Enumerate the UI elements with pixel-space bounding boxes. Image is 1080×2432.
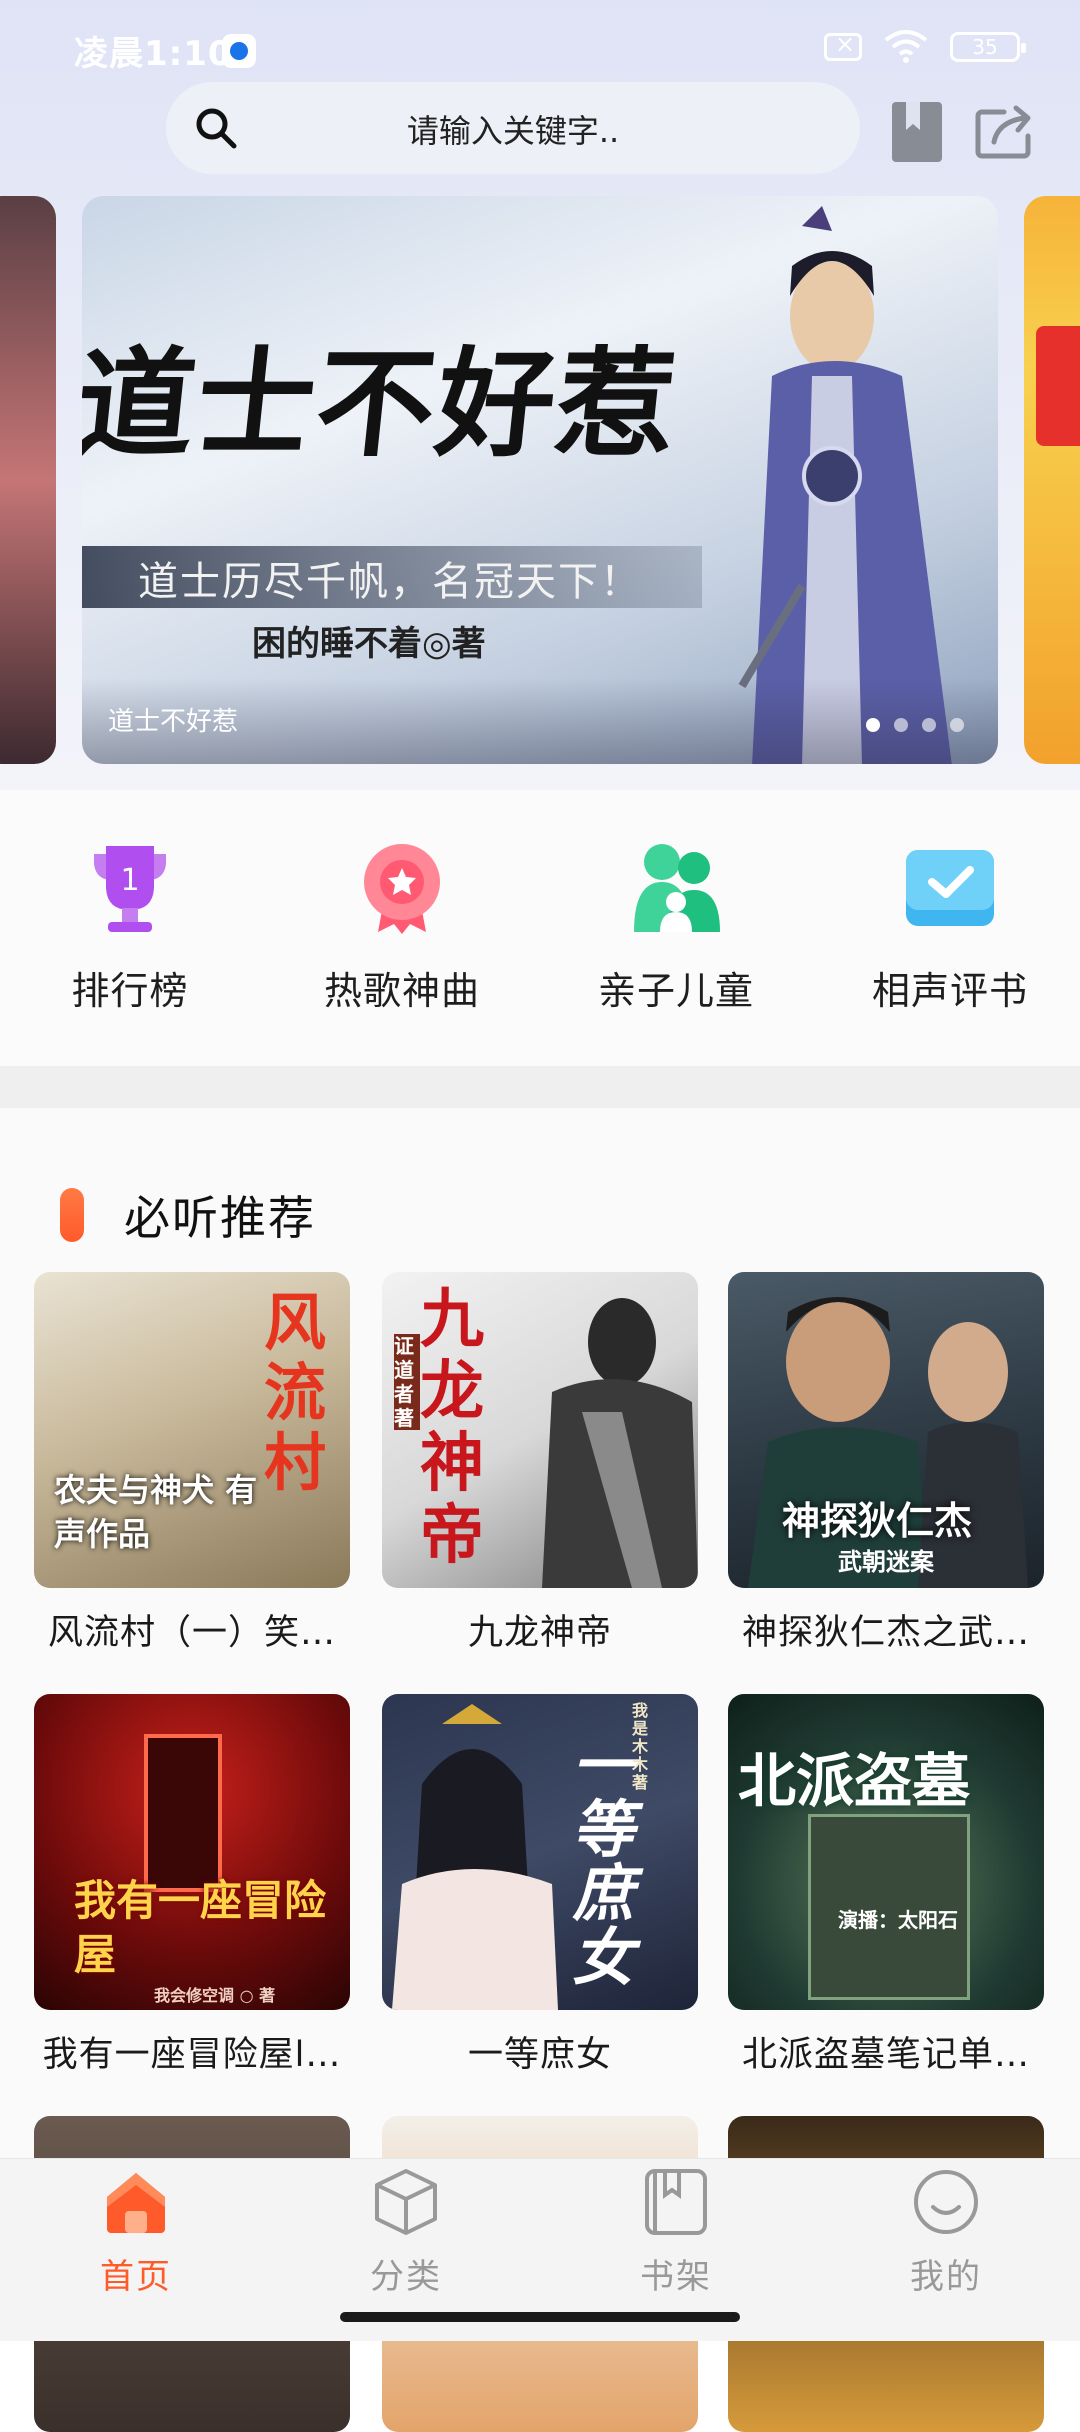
share-icon[interactable] [974, 102, 1036, 160]
search-input[interactable]: 请输入关键字.. [166, 82, 860, 174]
nav-home[interactable]: 首页 [36, 2167, 236, 2298]
shortcut-crosstalk[interactable]: 相声评书 [840, 840, 1060, 1015]
cube-icon [375, 2169, 437, 2235]
no-sim-icon [824, 30, 862, 61]
shortcut-ranking[interactable]: 1 排行榜 [20, 840, 240, 1015]
book-card[interactable]: 九龙神帝 证道者 著 九龙神帝 [382, 1272, 698, 1655]
wifi-icon [884, 30, 928, 63]
book-cover-subtitle: 证道者 著 [394, 1334, 420, 1430]
book-title: 神探狄仁杰之武… [741, 1613, 1030, 1653]
family-icon [634, 844, 720, 932]
book-card[interactable]: 神探狄仁杰 武朝迷案 神探狄仁杰之武… [728, 1272, 1044, 1655]
book-cover: 神探狄仁杰 武朝迷案 [728, 1272, 1044, 1588]
book-title: 北派盗墓笔记单… [741, 2035, 1030, 2075]
book-card[interactable]: 一等庶女 我是木木 著 一等庶女 [382, 1694, 698, 2077]
book-title: 九龙神帝 [467, 1613, 612, 1653]
book-cover-title: 风流村 [264, 1286, 327, 1499]
banner-slogan: 道士历尽千帆，名冠天下！ [138, 559, 642, 605]
book-cover-subtitle: 农夫与神犬 有声作品 [54, 1471, 258, 1553]
book-check-icon [906, 850, 994, 926]
shortcut-label: 热歌神曲 [323, 969, 480, 1013]
bookshelf-icon [645, 2169, 707, 2235]
section-divider [0, 1066, 1080, 1108]
book-cover-subtitle: 我是木木 著 [632, 1701, 649, 1792]
book-card[interactable]: 北派盗墓 演播：太阳石 北派盗墓笔记单… [728, 1694, 1044, 2077]
home-indicator[interactable] [340, 2312, 740, 2322]
medal-icon [364, 844, 440, 934]
shortcut-label: 排行榜 [71, 969, 189, 1013]
home-icon [107, 2173, 165, 2233]
shortcut-kids[interactable]: 亲子儿童 [566, 840, 786, 1015]
banner-cover-title: 道士不好惹 [82, 334, 685, 473]
search-placeholder: 请输入关键字.. [406, 112, 620, 150]
nav-category[interactable]: 分类 [306, 2167, 506, 2298]
book-cover-subtitle: 我会修空调 ○ 著 [154, 1986, 276, 2005]
book-cover-title: 一等庶女 [572, 1729, 635, 1994]
banner-slide[interactable]: 道士不好惹 道士历尽千帆，名冠天下！ 困的睡不着◎著 道士不好惹 [82, 196, 998, 764]
battery-icon: 35 [950, 32, 1026, 62]
door-illustration [144, 1734, 222, 1892]
nav-label: 我的 [910, 2257, 982, 2297]
book-card[interactable]: 风流村 农夫与神犬 有声作品 风流村（一）笑… [34, 1272, 350, 1655]
carousel-dot [950, 718, 964, 732]
book-cover: 九龙神帝 证道者 著 [382, 1272, 698, 1588]
nav-bookshelf[interactable]: 书架 [576, 2167, 776, 2298]
banner-caption: 道士不好惹 [108, 707, 239, 737]
book-cover-title: 北派盗墓 [738, 1747, 971, 1815]
shortcut-label: 亲子儿童 [597, 969, 754, 1013]
book-title: 我有一座冒险屋l… [42, 2035, 342, 2075]
book-cover: 北派盗墓 演播：太阳石 [728, 1694, 1044, 2010]
book-card[interactable]: 我有一座冒险屋 我会修空调 ○ 著 我有一座冒险屋l… [34, 1694, 350, 2077]
section-title: 必听推荐 [124, 1191, 316, 1245]
carousel-dot [866, 718, 880, 732]
carousel-dot [894, 718, 908, 732]
book-cover-title: 神探狄仁杰 [782, 1498, 973, 1543]
book-cover: 我有一座冒险屋 我会修空调 ○ 著 [34, 1694, 350, 2010]
recommend-section: 必听推荐 风流村 农夫与神犬 有声作品 风流村（一）笑… 九龙神帝 证道者 著 … [0, 1108, 1080, 2432]
carousel-dot [922, 718, 936, 732]
book-cover: 风流村 农夫与神犬 有声作品 [34, 1272, 350, 1588]
banner-author: 困的睡不着◎著 [252, 624, 486, 664]
status-time: 凌晨1:10 [74, 34, 233, 74]
nav-label: 分类 [370, 2257, 442, 2297]
nav-label: 首页 [100, 2257, 172, 2297]
banner-next-slide[interactable] [1024, 196, 1080, 764]
book-cover: 一等庶女 我是木木 著 [382, 1694, 698, 2010]
banner-prev-slide[interactable] [0, 196, 56, 764]
shortcut-hit-songs[interactable]: 热歌神曲 [292, 840, 512, 1015]
book-cover-illustration [542, 1298, 698, 1588]
section-marker [60, 1188, 84, 1242]
profile-icon [914, 2170, 978, 2234]
book-cover-title: 我有一座冒险屋 [74, 1876, 327, 1979]
book-cover-subtitle: 演播：太阳石 [838, 1908, 958, 1932]
nav-label: 书架 [640, 2257, 712, 2297]
book-title: 一等庶女 [467, 2035, 612, 2075]
trophy-icon: 1 [94, 846, 166, 932]
book-cover-title: 九龙神帝 [420, 1282, 484, 1573]
category-shortcuts: 1 排行榜 热歌神曲 亲子儿童 相声评书 [0, 790, 1080, 1066]
carousel-indicator [866, 718, 964, 732]
book-cover-illustration [392, 1704, 558, 2010]
shortcut-label: 相声评书 [871, 969, 1028, 1013]
book-cover-subtitle: 武朝迷案 [838, 1547, 934, 1576]
book-title: 风流村（一）笑… [47, 1613, 336, 1653]
bookmark-icon[interactable] [890, 100, 944, 164]
status-indicators: 35 [824, 30, 1026, 64]
svg-text:1: 1 [120, 863, 139, 898]
nav-profile[interactable]: 我的 [846, 2167, 1046, 2298]
notification-app-icon [222, 34, 256, 68]
